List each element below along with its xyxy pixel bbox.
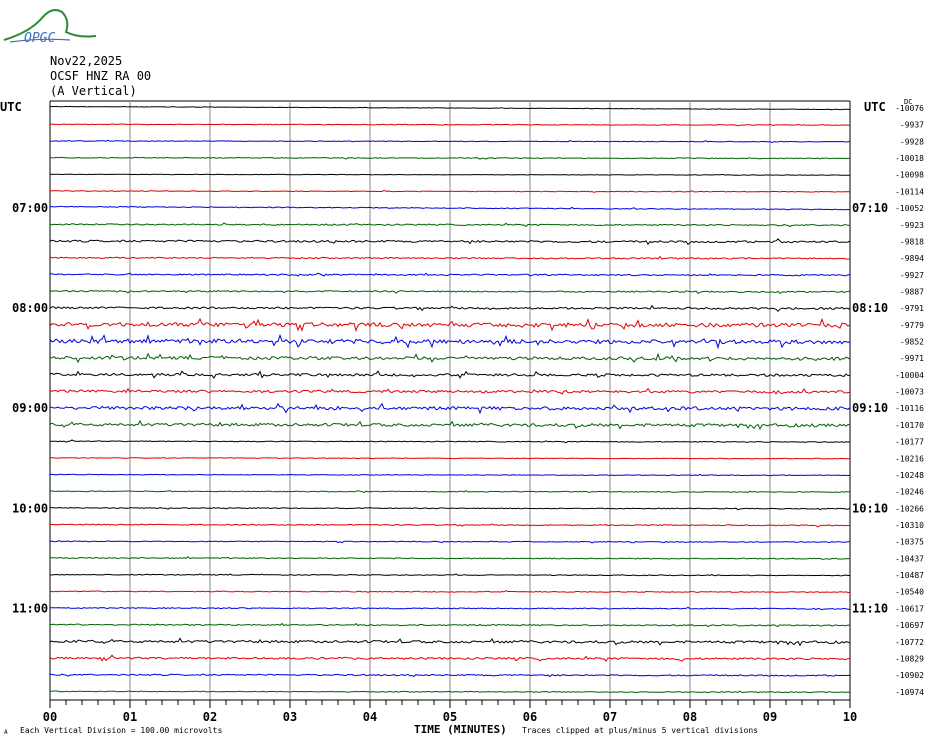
dc-offset-label: -10617 xyxy=(895,604,924,613)
clip-note: Traces clipped at plus/minus 5 vertical … xyxy=(522,726,758,735)
dc-offset-label: -10540 xyxy=(895,588,924,597)
dc-offset-label: -9852 xyxy=(900,338,924,347)
dc-offset-label: -10246 xyxy=(895,488,924,497)
dc-offset-label: -10098 xyxy=(895,171,924,180)
x-tick-label: 01 xyxy=(123,710,137,724)
dc-offset-label: -9887 xyxy=(900,287,924,296)
dc-offset-label: -9927 xyxy=(900,271,924,280)
right-hour-label: 08:10 xyxy=(852,301,888,315)
dc-offset-label: -10018 xyxy=(895,154,924,163)
left-utc-title: UTC xyxy=(0,100,22,114)
left-hour-label: 11:00 xyxy=(12,601,48,615)
dc-offset-label: -10487 xyxy=(895,571,924,580)
x-tick-label: 00 xyxy=(43,710,57,724)
dc-offset-label: -10829 xyxy=(895,654,924,663)
dc-offset-label: -9928 xyxy=(900,137,924,146)
x-tick-label: 10 xyxy=(843,710,857,724)
dc-offset-label: -9894 xyxy=(900,254,924,263)
left-hour-label: 09:00 xyxy=(12,401,48,415)
x-tick-label: 09 xyxy=(763,710,777,724)
dc-offset-label: -10073 xyxy=(895,388,924,397)
x-tick-label: 07 xyxy=(603,710,617,724)
dc-offset-label: -9971 xyxy=(900,354,924,363)
right-hour-label: 10:10 xyxy=(852,501,888,515)
dc-offset-label: -10076 xyxy=(895,104,924,113)
dc-offset-label: -10375 xyxy=(895,538,924,547)
x-tick-label: 05 xyxy=(443,710,457,724)
dc-offset-label: -9937 xyxy=(900,121,924,130)
x-tick-label: 04 xyxy=(363,710,377,724)
x-tick-label: 06 xyxy=(523,710,537,724)
dc-offset-label: -10248 xyxy=(895,471,924,480)
right-hour-label: 09:10 xyxy=(852,401,888,415)
dc-offset-label: -9779 xyxy=(900,321,924,330)
x-tick-label: 02 xyxy=(203,710,217,724)
x-tick-label: 08 xyxy=(683,710,697,724)
dc-offset-label: -10116 xyxy=(895,404,924,413)
dc-offset-label: -9818 xyxy=(900,237,924,246)
dc-offset-label: -10902 xyxy=(895,671,924,680)
right-hour-label: 11:10 xyxy=(852,601,888,615)
dc-offset-label: -10114 xyxy=(895,187,924,196)
dc-offset-label: -10216 xyxy=(895,454,924,463)
dc-offset-label: -10004 xyxy=(895,371,924,380)
helicorder-plot: UTC UTC DC -10076-9937-9928-10018-10098-… xyxy=(0,98,924,736)
right-utc-title: UTC xyxy=(864,100,886,114)
left-hour-label: 10:00 xyxy=(12,501,48,515)
dc-offset-label: -10266 xyxy=(895,504,924,513)
dc-offset-label: -10772 xyxy=(895,638,924,647)
dc-offset-label: -10052 xyxy=(895,204,924,213)
left-hour-label: 07:00 xyxy=(12,201,48,215)
corner-mark: A xyxy=(4,729,8,736)
x-tick-label: 03 xyxy=(283,710,297,724)
dc-offset-label: -9791 xyxy=(900,304,924,313)
dc-offset-label: -10177 xyxy=(895,438,924,447)
left-hour-label: 08:00 xyxy=(12,301,48,315)
x-axis-title: TIME (MINUTES) xyxy=(414,723,507,736)
dc-offset-label: -10974 xyxy=(895,688,924,697)
vertical-scale-note: Each Vertical Division = 100.00 microvol… xyxy=(20,726,222,735)
dc-offset-label: -10170 xyxy=(895,421,924,430)
dc-offset-label: -10437 xyxy=(895,554,924,563)
dc-offset-label: -10310 xyxy=(895,521,924,530)
dc-offset-label: -10697 xyxy=(895,621,924,630)
dc-offset-label: -9923 xyxy=(900,221,924,230)
right-hour-label: 07:10 xyxy=(852,201,888,215)
